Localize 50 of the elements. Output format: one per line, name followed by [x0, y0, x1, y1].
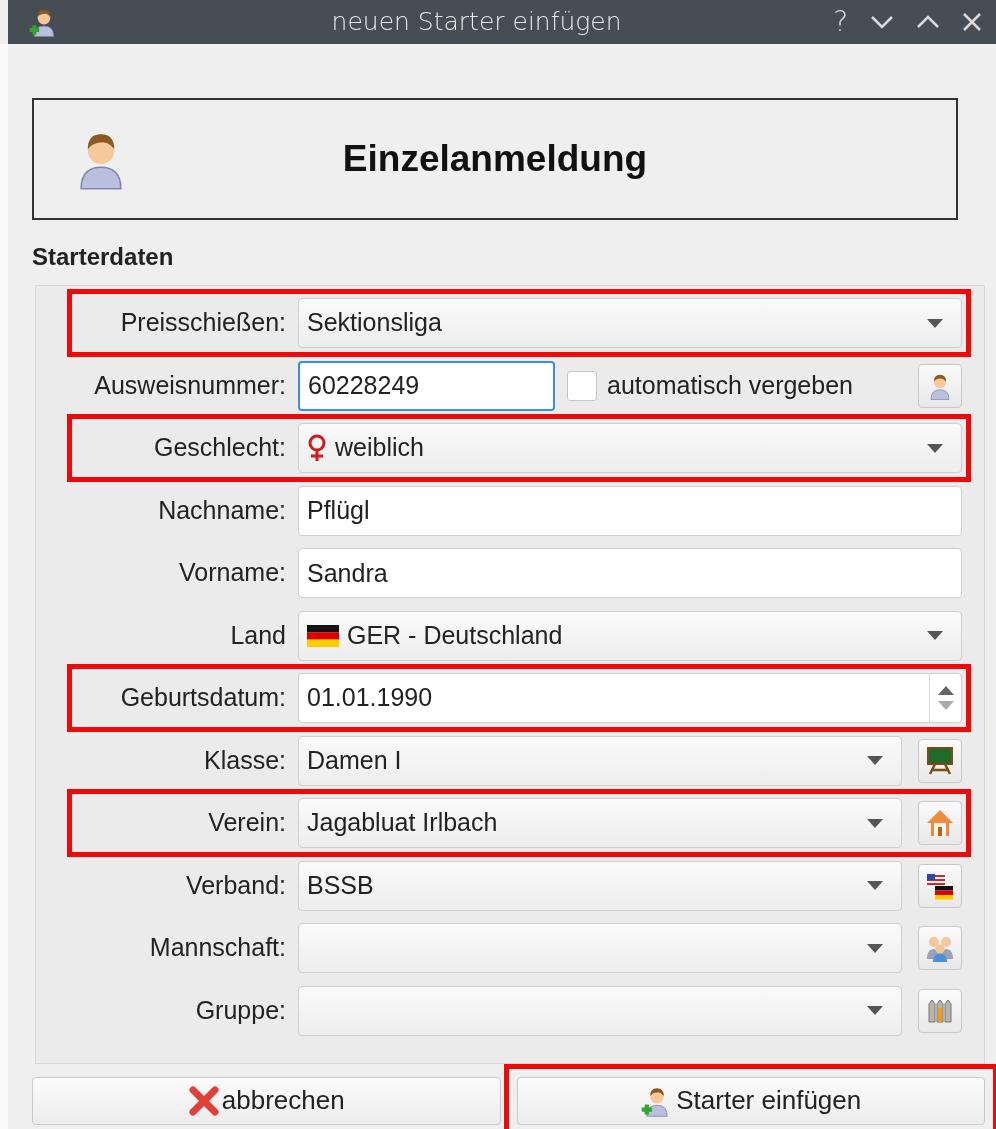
- field-label: Vorname:: [178, 557, 286, 589]
- dropdown-caret-icon: [867, 943, 883, 953]
- field-label: Gruppe:: [194, 994, 286, 1026]
- dropdown-caret-icon: [867, 818, 883, 828]
- dropdown[interactable]: weiblich: [298, 423, 962, 473]
- field-label: Verein:: [207, 807, 286, 839]
- field-label: Preisschießen:: [119, 307, 286, 339]
- text-field[interactable]: Pflügl: [298, 485, 962, 536]
- date-spin-field[interactable]: 01.01.1990: [298, 673, 962, 723]
- dropdown[interactable]: Jagabluat Irlbach: [298, 798, 902, 848]
- house-icon: [925, 808, 955, 838]
- dropdown-caret-icon: [927, 631, 943, 640]
- text-field[interactable]: Sandra: [298, 548, 962, 598]
- help-button[interactable]: ?: [833, 1, 848, 43]
- dropdown[interactable]: Sektionsliga: [298, 298, 962, 348]
- chalkboard-icon: [925, 745, 955, 776]
- close-icon[interactable]: [962, 12, 982, 32]
- field-label: Geburtsdatum:: [119, 682, 286, 714]
- section-title: Starterdaten: [32, 242, 175, 272]
- dropdown-caret-icon: [927, 443, 943, 453]
- field-label: Mannschaft:: [148, 932, 286, 964]
- field-label: Ausweisnummer:: [93, 369, 286, 401]
- window-title: neuen Starter einfügen: [330, 6, 623, 39]
- down-arrow-icon: [937, 701, 954, 710]
- dropdown-caret-icon: [867, 881, 883, 890]
- field-label: Land: [229, 619, 286, 651]
- flag-icon: [307, 624, 339, 647]
- dropdown[interactable]: BSSB: [298, 860, 902, 911]
- dropdown[interactable]: Damen I: [298, 735, 902, 786]
- field-label: Nachname:: [157, 494, 286, 526]
- icon-button[interactable]: [918, 738, 962, 783]
- checkbox-label: automatisch vergeben: [607, 369, 853, 401]
- dropdown-caret-icon: [867, 1006, 883, 1015]
- female-symbol-icon: [307, 434, 327, 462]
- icon-button[interactable]: [918, 863, 962, 908]
- header-title: Einzelanmeldung: [341, 137, 649, 182]
- cancel-button[interactable]: abbrechen: [32, 1076, 501, 1125]
- minimize-icon[interactable]: [870, 15, 894, 29]
- text-field[interactable]: 60228249: [298, 360, 555, 411]
- up-arrow-icon: [937, 686, 954, 695]
- checkbox[interactable]: [567, 370, 597, 401]
- insert-button[interactable]: Starter einfügen: [516, 1076, 985, 1125]
- dropdown-caret-icon: [867, 756, 883, 765]
- dropdown-caret-icon: [927, 318, 943, 328]
- field-label: Klasse:: [203, 744, 286, 776]
- close-icon: [187, 1084, 220, 1117]
- field-label: Verband:: [184, 869, 286, 901]
- field-label: Geschlecht:: [153, 432, 286, 464]
- maximize-icon[interactable]: [916, 15, 940, 29]
- dropdown[interactable]: GER - Deutschland: [298, 610, 962, 661]
